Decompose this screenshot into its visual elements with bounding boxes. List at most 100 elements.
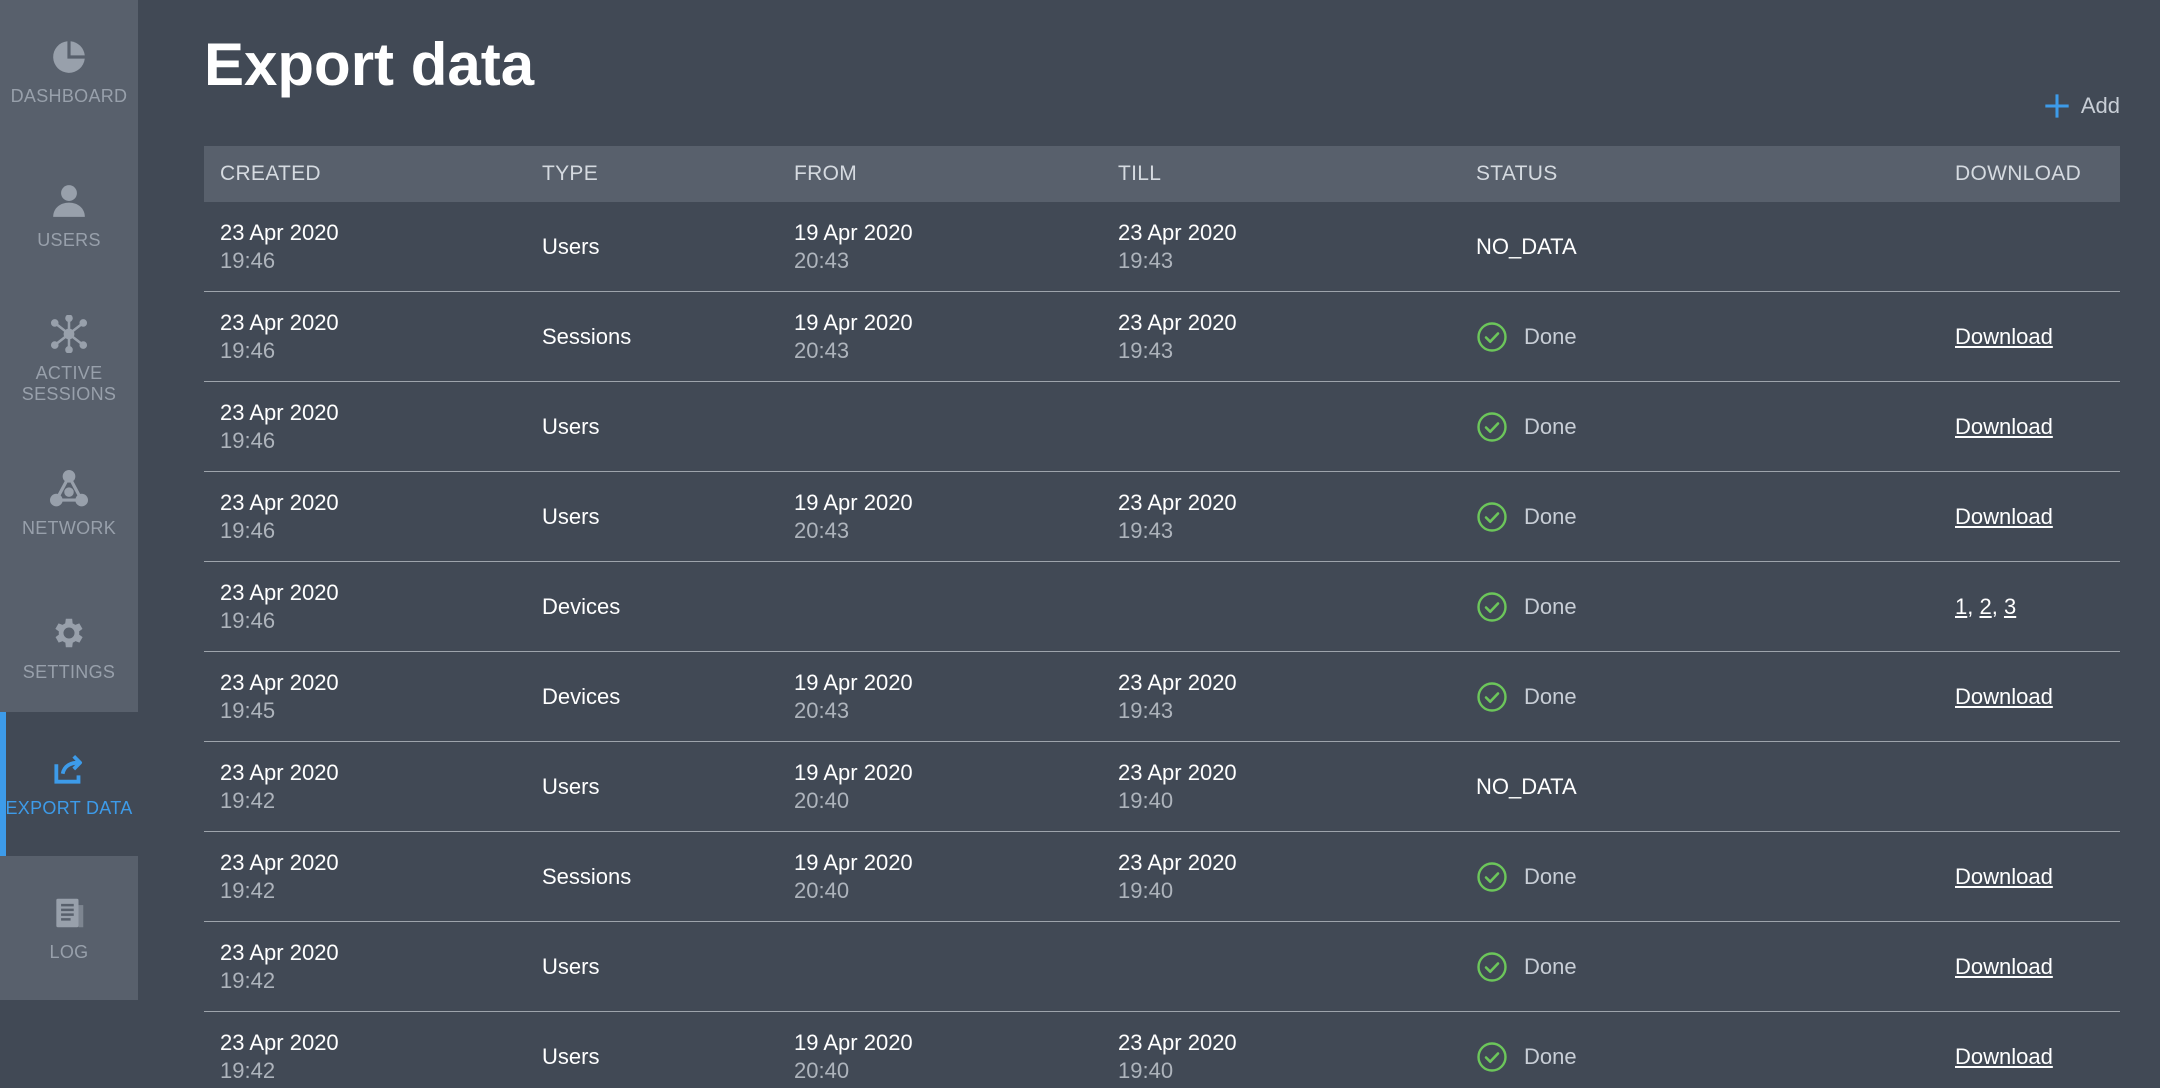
cell-from: 19 Apr 2020 20:40 (778, 849, 1102, 905)
cell-download: Download (1939, 504, 2120, 530)
column-header-till[interactable]: TILL (1102, 162, 1460, 186)
from-time: 20:43 (794, 517, 850, 543)
download-part-link[interactable]: 1 (1955, 594, 1967, 619)
status-badge: Done (1476, 681, 1939, 713)
check-circle-icon (1476, 681, 1508, 713)
table-row: 23 Apr 2020 19:42 Users 19 Apr 2020 20:40 23 … (204, 1012, 2120, 1088)
status-text: NO_DATA (1476, 233, 1577, 259)
cell-type: Users (526, 414, 778, 440)
pie-chart-icon (50, 38, 88, 76)
column-header-created[interactable]: CREATED (204, 162, 526, 186)
cell-download: Download (1939, 1044, 2120, 1070)
from-time: 20:43 (794, 247, 850, 273)
from-date: 19 Apr 2020 (794, 1029, 913, 1055)
cell-download: Download (1939, 324, 2120, 350)
cell-from: 19 Apr 2020 20:40 (778, 759, 1102, 815)
cell-from: 19 Apr 2020 20:43 (778, 309, 1102, 365)
status-badge: Done (1476, 411, 1939, 443)
sidebar-item-label: ACTIVE SESSIONS (21, 363, 117, 404)
sidebar-item-network[interactable]: NETWORK (0, 432, 138, 576)
from-time: 20:40 (794, 877, 850, 903)
cell-type: Devices (526, 684, 778, 710)
download-link[interactable]: Download (1955, 864, 2053, 889)
created-time: 19:46 (220, 427, 276, 453)
download-link[interactable]: Download (1955, 414, 2053, 439)
till-date: 23 Apr 2020 (1118, 219, 1237, 245)
till-date: 23 Apr 2020 (1118, 309, 1237, 335)
cell-created: 23 Apr 2020 19:42 (204, 1029, 526, 1085)
cell-from: 19 Apr 2020 20:43 (778, 219, 1102, 275)
status-text: Done (1524, 413, 1577, 439)
gear-icon (50, 614, 88, 652)
download-link[interactable]: Download (1955, 504, 2053, 529)
sidebar-item-export-data[interactable]: EXPORT DATA (0, 712, 138, 856)
download-link[interactable]: Download (1955, 1044, 2053, 1069)
check-circle-icon (1476, 591, 1508, 623)
sidebar-item-settings[interactable]: SETTINGS (0, 576, 138, 720)
download-part-link[interactable]: 2 (1979, 594, 1991, 619)
created-date: 23 Apr 2020 (220, 219, 339, 245)
from-date: 19 Apr 2020 (794, 309, 913, 335)
sidebar-item-dashboard[interactable]: DASHBOARD (0, 0, 138, 144)
from-time: 20:40 (794, 787, 850, 813)
add-button[interactable]: Add (2043, 92, 2120, 120)
cell-status: Done (1460, 321, 1939, 353)
column-header-from[interactable]: FROM (778, 162, 1102, 186)
plus-icon (2043, 92, 2071, 120)
cell-created: 23 Apr 2020 19:46 (204, 219, 526, 275)
sidebar-item-users[interactable]: USERS (0, 144, 138, 288)
export-table: CREATED TYPE FROM TILL STATUS DOWNLOAD 2… (204, 146, 2120, 1088)
created-time: 19:46 (220, 607, 276, 633)
cell-download: Download (1939, 414, 2120, 440)
till-date: 23 Apr 2020 (1118, 849, 1237, 875)
column-header-type[interactable]: TYPE (526, 162, 778, 186)
sidebar-item-label: SETTINGS (22, 661, 116, 682)
type-value: Users (542, 233, 600, 259)
type-value: Users (542, 413, 600, 439)
type-value: Users (542, 503, 600, 529)
status-text: Done (1524, 953, 1577, 979)
cell-type: Devices (526, 594, 778, 620)
table-row: 23 Apr 2020 19:46 Users 19 Apr 2020 20:43 23 … (204, 472, 2120, 562)
type-value: Sessions (542, 323, 632, 349)
download-part-link[interactable]: 3 (2004, 594, 2016, 619)
sidebar-item-active-sessions[interactable]: ACTIVE SESSIONS (0, 288, 138, 432)
table-body: 23 Apr 2020 19:46 Users 19 Apr 2020 20:43 23 … (204, 202, 2120, 1088)
status-badge: Done (1476, 591, 1939, 623)
app: DASHBOARD USERS ACTIVE SESSIONS NETWORK … (0, 0, 2160, 1088)
created-time: 19:42 (220, 967, 276, 993)
table-header: CREATED TYPE FROM TILL STATUS DOWNLOAD (204, 146, 2120, 202)
till-date: 23 Apr 2020 (1118, 669, 1237, 695)
till-date: 23 Apr 2020 (1118, 1029, 1237, 1055)
download-link[interactable]: Download (1955, 954, 2053, 979)
created-time: 19:46 (220, 337, 276, 363)
cell-created: 23 Apr 2020 19:42 (204, 939, 526, 995)
download-link[interactable]: Download (1955, 324, 2053, 349)
check-circle-icon (1476, 321, 1508, 353)
till-time: 19:43 (1118, 697, 1174, 723)
created-date: 23 Apr 2020 (220, 1029, 339, 1055)
cell-till: 23 Apr 2020 19:43 (1102, 489, 1460, 545)
till-date: 23 Apr 2020 (1118, 759, 1237, 785)
table-row: 23 Apr 2020 19:42 Users 19 Apr 2020 20:40 23 … (204, 742, 2120, 832)
created-time: 19:42 (220, 877, 276, 903)
sidebar: DASHBOARD USERS ACTIVE SESSIONS NETWORK … (0, 0, 138, 1088)
till-time: 19:40 (1118, 877, 1174, 903)
created-date: 23 Apr 2020 (220, 489, 339, 515)
download-link[interactable]: Download (1955, 684, 2053, 709)
type-value: Users (542, 953, 600, 979)
from-time: 20:40 (794, 1057, 850, 1083)
column-header-status[interactable]: STATUS (1460, 162, 1939, 186)
from-date: 19 Apr 2020 (794, 219, 913, 245)
cell-status: NO_DATA (1460, 774, 1939, 800)
type-value: Users (542, 1043, 600, 1069)
status-text: Done (1524, 683, 1577, 709)
check-circle-icon (1476, 861, 1508, 893)
cell-created: 23 Apr 2020 19:45 (204, 669, 526, 725)
cell-status: Done (1460, 861, 1939, 893)
log-document-icon (50, 894, 88, 932)
sidebar-item-log[interactable]: LOG (0, 856, 138, 1000)
column-header-download[interactable]: DOWNLOAD (1939, 162, 2120, 186)
cell-status: Done (1460, 501, 1939, 533)
till-time: 19:43 (1118, 247, 1174, 273)
